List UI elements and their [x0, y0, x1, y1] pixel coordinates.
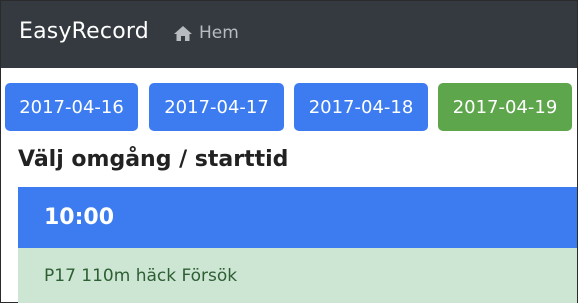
nav-home-link[interactable]: Hem [173, 23, 239, 43]
navbar: EasyRecord Hem [1, 1, 577, 68]
round-header-10-00[interactable]: 10:00 [18, 187, 577, 248]
home-icon [173, 25, 193, 42]
section-title: Välj omgång / starttid [18, 147, 289, 172]
date-button-2017-04-18[interactable]: 2017-04-18 [294, 83, 428, 131]
event-item[interactable]: P17 110m häck Försök [18, 248, 577, 303]
date-button-2017-04-17[interactable]: 2017-04-17 [149, 83, 284, 131]
date-button-2017-04-19[interactable]: 2017-04-19 [438, 83, 572, 131]
date-button-2017-04-16[interactable]: 2017-04-16 [5, 83, 138, 131]
nav-home-label: Hem [199, 23, 239, 43]
brand-logo[interactable]: EasyRecord [19, 19, 149, 44]
